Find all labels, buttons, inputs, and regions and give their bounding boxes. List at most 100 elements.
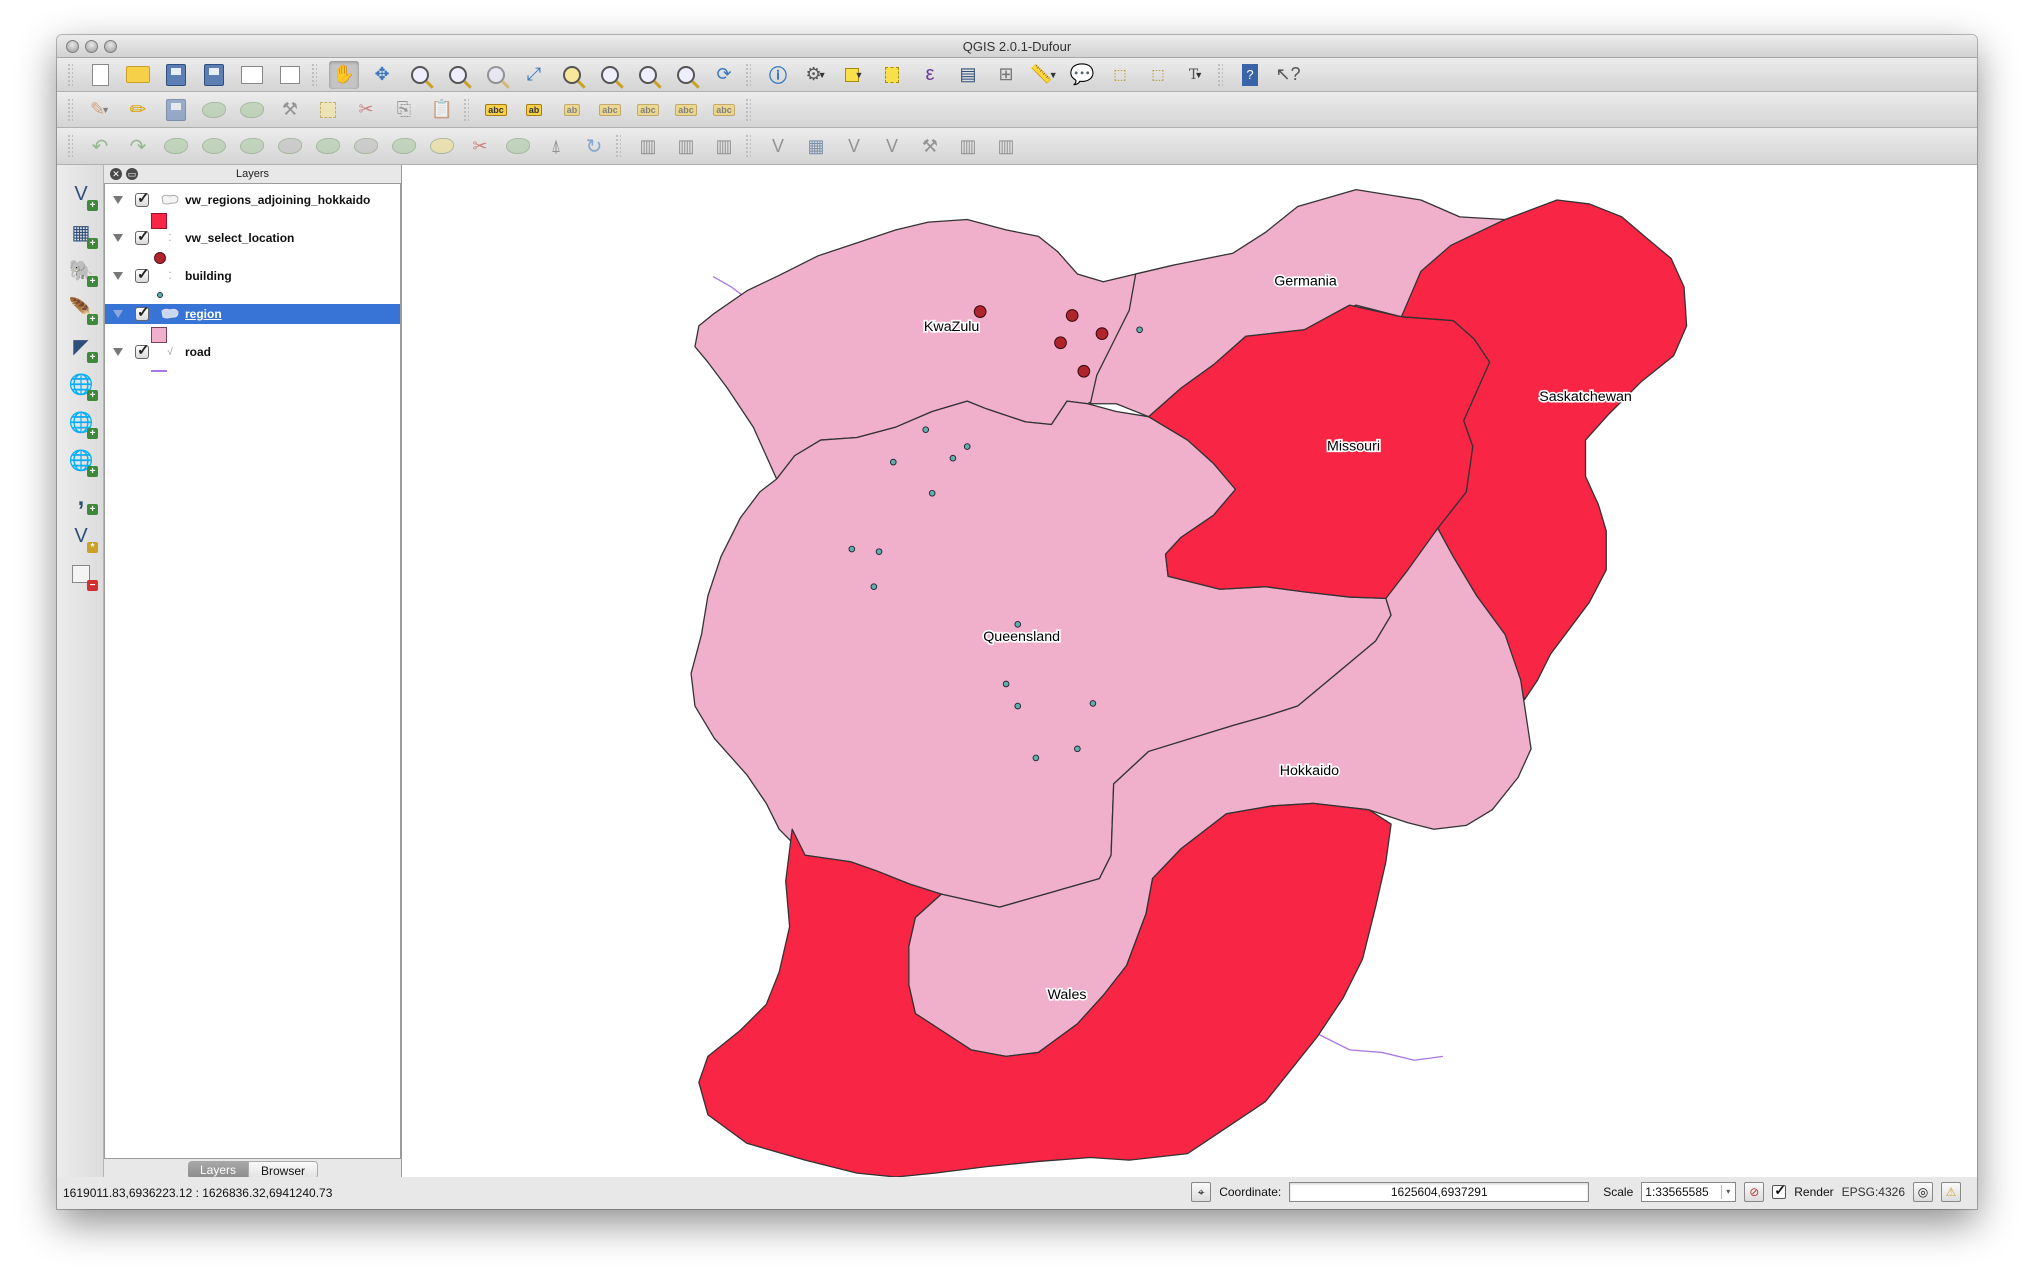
building-point[interactable] bbox=[889, 458, 897, 466]
identify-features-button[interactable]: ⓘ bbox=[763, 61, 793, 89]
toolbar-grip[interactable] bbox=[615, 134, 621, 158]
layer-item-vw-regions-adjoining-hokkaido[interactable]: vw_regions_adjoining_hokkaido bbox=[105, 189, 400, 210]
gps-add-layer-button[interactable]: ▥ bbox=[671, 132, 701, 160]
map-svg[interactable]: KwaZulu Germania Saskatchewan Missouri Q… bbox=[402, 165, 1977, 1177]
toolbar-grip[interactable] bbox=[67, 134, 73, 158]
building-point[interactable] bbox=[1002, 680, 1010, 688]
zoom-actual-size-button[interactable] bbox=[481, 61, 511, 89]
gps-remove-layer-button[interactable]: ▥ bbox=[709, 132, 739, 160]
delete-selected-button[interactable] bbox=[313, 96, 343, 124]
toolbar-grip[interactable] bbox=[745, 134, 751, 158]
show-labels-eye-button[interactable]: abc bbox=[595, 96, 625, 124]
add-wfs-button[interactable]: V bbox=[763, 132, 793, 160]
open-attribute-table-button[interactable]: ▤ bbox=[953, 61, 983, 89]
add-part-button[interactable] bbox=[237, 132, 267, 160]
layer-labeling-button[interactable]: abc bbox=[481, 96, 511, 124]
building-point[interactable] bbox=[1014, 620, 1022, 628]
georeferencer-settings-button[interactable]: ▥ bbox=[953, 132, 983, 160]
whats-this-button[interactable]: ↖? bbox=[1273, 61, 1303, 89]
add-wfs-layer-button[interactable]: 🌐 + bbox=[66, 445, 98, 477]
building-point[interactable] bbox=[1032, 754, 1040, 762]
current-edits-button[interactable]: ✎ ▼ bbox=[85, 96, 115, 124]
zoom-next-button[interactable] bbox=[671, 61, 701, 89]
expand-arrow-icon[interactable] bbox=[113, 310, 123, 318]
pin-labels-button[interactable]: ab bbox=[519, 96, 549, 124]
add-postgis-layer-button[interactable]: 🐘 + bbox=[66, 255, 98, 287]
layer-visibility-checkbox[interactable] bbox=[135, 189, 150, 207]
rotate-label-button[interactable]: abc bbox=[671, 96, 701, 124]
new-project-button[interactable] bbox=[85, 61, 115, 89]
add-ring-button[interactable] bbox=[199, 132, 229, 160]
minimize-window-button[interactable] bbox=[85, 40, 98, 53]
remove-layer-button[interactable]: − bbox=[66, 559, 98, 591]
building-point[interactable] bbox=[1089, 700, 1097, 707]
rotate-point-symbols-button[interactable]: ↻ bbox=[579, 132, 609, 160]
toolbar-grip[interactable] bbox=[745, 62, 751, 87]
save-project-as-button[interactable] bbox=[199, 61, 229, 89]
new-shapefile-layer-button[interactable]: V * bbox=[66, 521, 98, 553]
zoom-last-button[interactable] bbox=[633, 61, 663, 89]
layer-visibility-checkbox[interactable] bbox=[135, 341, 150, 359]
select-features-button[interactable]: ▼ bbox=[839, 61, 869, 89]
split-parts-button[interactable] bbox=[503, 132, 533, 160]
scale-combobox[interactable]: 1:33565585 ▾ bbox=[1641, 1182, 1737, 1202]
render-checkbox[interactable] bbox=[1772, 1182, 1787, 1199]
toolbar-grip[interactable] bbox=[463, 97, 469, 122]
toggle-editing-button[interactable]: ✏ bbox=[123, 96, 153, 124]
fill-ring-button[interactable] bbox=[275, 132, 305, 160]
building-point[interactable] bbox=[922, 426, 930, 433]
zoom-full-button[interactable]: ⤢ bbox=[519, 61, 549, 89]
toggle-extents-button[interactable]: ⌖ bbox=[1191, 1182, 1212, 1202]
text-annotation-button[interactable]: T ▼ bbox=[1181, 61, 1211, 89]
open-project-button[interactable] bbox=[123, 61, 153, 89]
change-label-button[interactable]: abc bbox=[709, 96, 739, 124]
new-bookmark-button[interactable]: ⬚ bbox=[1105, 61, 1135, 89]
stop-rendering-button[interactable]: ⊘ bbox=[1744, 1182, 1765, 1202]
show-hide-labels-button[interactable]: ab bbox=[557, 96, 587, 124]
building-point[interactable] bbox=[928, 489, 936, 497]
move-feature-button[interactable] bbox=[237, 96, 267, 124]
building-point[interactable] bbox=[848, 545, 856, 553]
building-point[interactable] bbox=[1014, 702, 1022, 710]
offset-curve-button[interactable] bbox=[427, 132, 457, 160]
zoom-out-button[interactable] bbox=[443, 61, 473, 89]
layer-item-building[interactable]: ⁚ building bbox=[105, 265, 400, 286]
select-point[interactable] bbox=[1095, 327, 1109, 341]
select-point[interactable] bbox=[1065, 309, 1079, 322]
split-features-button[interactable]: ✂ bbox=[465, 132, 495, 160]
building-point[interactable] bbox=[875, 548, 883, 555]
zoom-to-selection-button[interactable] bbox=[557, 61, 587, 89]
expand-arrow-icon[interactable] bbox=[113, 196, 123, 204]
toolbar-grip[interactable] bbox=[1217, 62, 1223, 87]
float-panel-button[interactable]: ▭ bbox=[126, 168, 138, 180]
close-panel-button[interactable]: ✕ bbox=[110, 168, 122, 180]
composer-manager-button[interactable] bbox=[275, 61, 305, 89]
zoom-window-button[interactable] bbox=[104, 40, 117, 53]
layer-visibility-checkbox[interactable] bbox=[135, 303, 150, 321]
measure-button[interactable]: 📏 ▼ bbox=[1029, 61, 1059, 89]
delete-ring-button[interactable] bbox=[313, 132, 343, 160]
run-feature-action-button[interactable]: ⚙ ▼ bbox=[801, 61, 831, 89]
layer-visibility-checkbox[interactable] bbox=[135, 227, 150, 245]
select-point[interactable] bbox=[973, 305, 987, 318]
select-point[interactable] bbox=[1077, 364, 1091, 378]
building-point[interactable] bbox=[870, 583, 878, 590]
zoom-to-layer-button[interactable] bbox=[595, 61, 625, 89]
cut-features-button[interactable]: ✂ bbox=[351, 96, 381, 124]
undo-button[interactable]: ↶ bbox=[85, 132, 115, 160]
help-contents-button[interactable]: ? bbox=[1235, 61, 1265, 89]
add-spatialite-layer-button[interactable]: 🪶 + bbox=[66, 293, 98, 325]
layer-item-region[interactable]: region bbox=[105, 303, 400, 324]
map-canvas[interactable]: KwaZulu Germania Saskatchewan Missouri Q… bbox=[401, 165, 1977, 1177]
add-wcs-layer-button[interactable]: 🌐 + bbox=[66, 407, 98, 439]
expand-arrow-icon[interactable] bbox=[113, 234, 123, 242]
expand-arrow-icon[interactable] bbox=[113, 348, 123, 356]
field-calculator-button[interactable]: ⊞ bbox=[991, 61, 1021, 89]
toolbar-grip[interactable] bbox=[67, 62, 73, 87]
add-raster-layer-button[interactable]: ▦ + bbox=[66, 217, 98, 249]
expand-arrow-icon[interactable] bbox=[113, 272, 123, 280]
gps-import-button[interactable]: ▥ bbox=[633, 132, 663, 160]
add-wms-button[interactable]: ▦ bbox=[801, 132, 831, 160]
show-bookmarks-button[interactable]: ⬚ bbox=[1143, 61, 1173, 89]
select-by-expression-button[interactable]: ε bbox=[915, 61, 945, 89]
